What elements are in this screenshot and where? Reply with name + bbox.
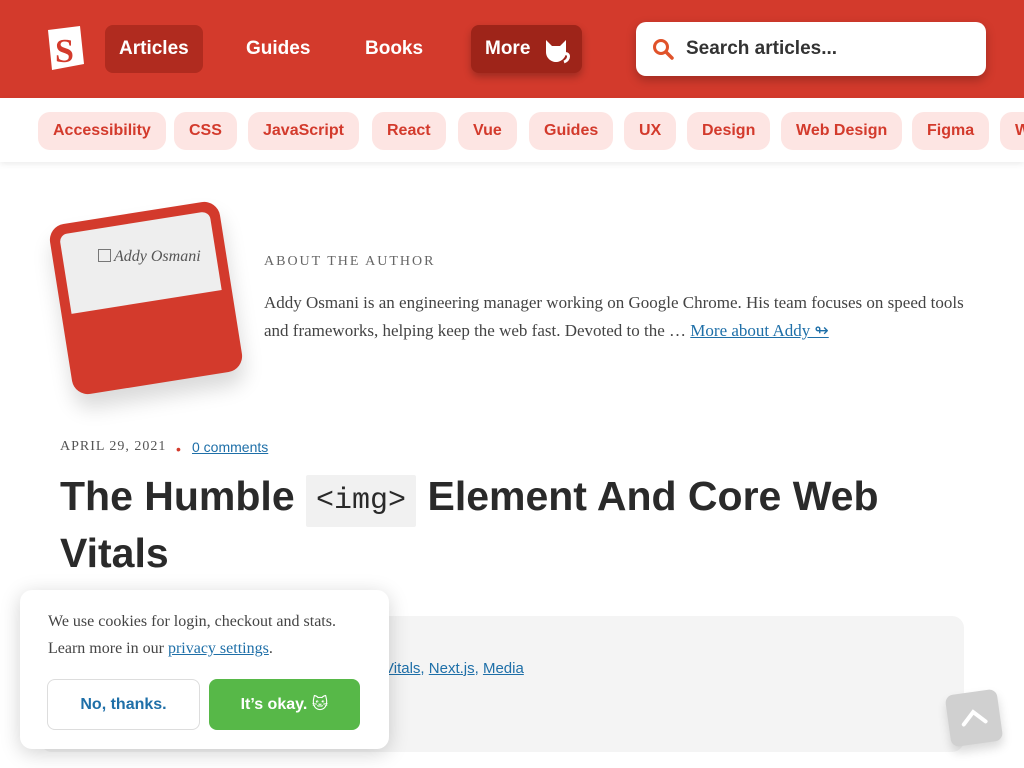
broken-image-icon (98, 249, 111, 262)
tag-react[interactable]: React (372, 112, 446, 150)
tag-web-design[interactable]: Web Design (781, 112, 903, 150)
about-author-label: ABOUT THE AUTHOR (264, 254, 436, 269)
cookie-banner: We use cookies for login, checkout and s… (20, 590, 389, 749)
author-bio: Addy Osmani is an engineering manager wo… (264, 289, 964, 345)
article-tag-links: Vitals, Next.js, Media (384, 660, 524, 677)
smashing-logo[interactable]: S (44, 24, 88, 74)
logo-letter: S (55, 33, 74, 70)
category-tag-bar: Accessibility CSS JavaScript React Vue G… (0, 98, 1024, 162)
title-part-1: The Humble (60, 473, 295, 519)
decline-cookies-button[interactable]: No, thanks. (47, 679, 200, 730)
author-photo-frame[interactable] (47, 199, 245, 397)
meta-separator-dot: • (176, 441, 181, 457)
author-bio-text: Addy Osmani is an engineering manager wo… (264, 293, 964, 340)
author-photo-alt: Addy Osmani (98, 248, 201, 266)
nav-articles[interactable]: Articles (105, 25, 203, 73)
accept-cookies-button[interactable]: It’s okay. 🐱 (209, 679, 360, 730)
tag-css[interactable]: CSS (174, 112, 237, 150)
tag-figma[interactable]: Figma (912, 112, 990, 150)
tag-link-media[interactable]: Media (483, 660, 524, 677)
chevron-up-icon (961, 709, 988, 727)
search-icon (652, 38, 674, 60)
tag-link-nextjs[interactable]: Next.js (429, 660, 475, 677)
tag-guides[interactable]: Guides (529, 112, 614, 150)
article-date: APRIL 29, 2021 (60, 439, 167, 454)
tag-link-vitals[interactable]: Vitals (384, 660, 420, 677)
tag-vue[interactable]: Vue (458, 112, 517, 150)
article-title: The Humble <img> Element And Core Web Vi… (60, 470, 960, 579)
privacy-settings-link[interactable]: privacy settings (168, 640, 269, 657)
back-to-top-button[interactable] (944, 688, 1004, 748)
tag-ux[interactable]: UX (624, 112, 677, 150)
tag-truncated[interactable]: W (1000, 112, 1024, 150)
search-box[interactable] (636, 22, 986, 76)
cookie-message: We use cookies for login, checkout and s… (48, 608, 368, 662)
search-input[interactable] (686, 32, 976, 66)
site-header: S Articles Guides Books More (0, 0, 1024, 98)
cat-icon (542, 35, 572, 64)
nav-more-label: More (485, 38, 531, 59)
nav-more[interactable]: More (471, 25, 583, 73)
tag-accessibility[interactable]: Accessibility (38, 112, 166, 150)
cookie-message-period: . (268, 640, 273, 657)
tag-javascript[interactable]: JavaScript (248, 112, 359, 150)
comments-link[interactable]: 0 comments (192, 439, 268, 455)
title-code: <img> (306, 475, 417, 527)
nav-guides[interactable]: Guides (232, 25, 324, 73)
author-photo-alt-text: Addy Osmani (114, 248, 201, 265)
tag-design[interactable]: Design (687, 112, 771, 150)
nav-books[interactable]: Books (351, 25, 437, 73)
more-about-author-link[interactable]: More about Addy ↬ (690, 321, 828, 340)
